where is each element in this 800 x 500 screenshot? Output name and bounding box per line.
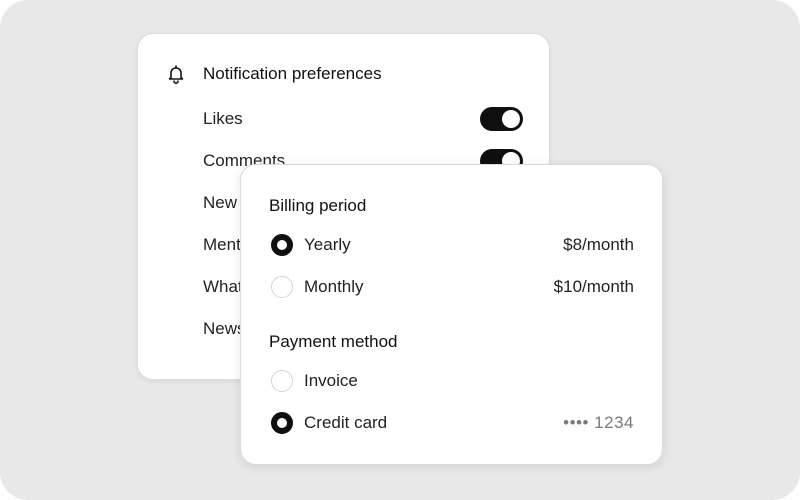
toggle-knob <box>502 110 520 128</box>
bell-icon <box>166 64 186 84</box>
billing-period-title: Billing period <box>269 196 367 215</box>
payment-option-invoice[interactable]: Invoice <box>271 369 634 393</box>
notification-item-likes-label: Likes <box>203 109 243 128</box>
payment-method-title: Payment method <box>269 332 398 351</box>
billing-card: Billing period Yearly $8/month Monthly $… <box>240 164 663 465</box>
billing-option-yearly-price: $8/month <box>563 235 634 254</box>
billing-option-monthly-price: $10/month <box>553 277 634 296</box>
radio-monthly[interactable] <box>271 276 293 298</box>
radio-invoice[interactable] <box>271 370 293 392</box>
likes-toggle[interactable] <box>480 107 523 131</box>
payment-option-invoice-label: Invoice <box>304 371 358 390</box>
billing-option-monthly[interactable]: Monthly $10/month <box>271 275 634 299</box>
payment-option-credit-card-label: Credit card <box>304 413 388 432</box>
billing-option-yearly-label: Yearly <box>304 235 351 254</box>
canvas-background: Notification preferences Likes Comments … <box>0 0 800 500</box>
radio-credit-card[interactable] <box>271 412 293 434</box>
notification-item-new-label: New <box>203 193 238 212</box>
notification-item-mentions-label: Ment <box>203 235 241 254</box>
card-number-masked: •••• 1234 <box>563 413 634 432</box>
notification-preferences-title: Notification preferences <box>203 64 382 83</box>
payment-option-credit-card[interactable]: Credit card •••• 1234 <box>271 411 634 435</box>
notification-item-whats-new-label: What <box>203 277 243 296</box>
radio-yearly[interactable] <box>271 234 293 256</box>
billing-option-yearly[interactable]: Yearly $8/month <box>271 233 634 257</box>
billing-option-monthly-label: Monthly <box>304 277 364 296</box>
